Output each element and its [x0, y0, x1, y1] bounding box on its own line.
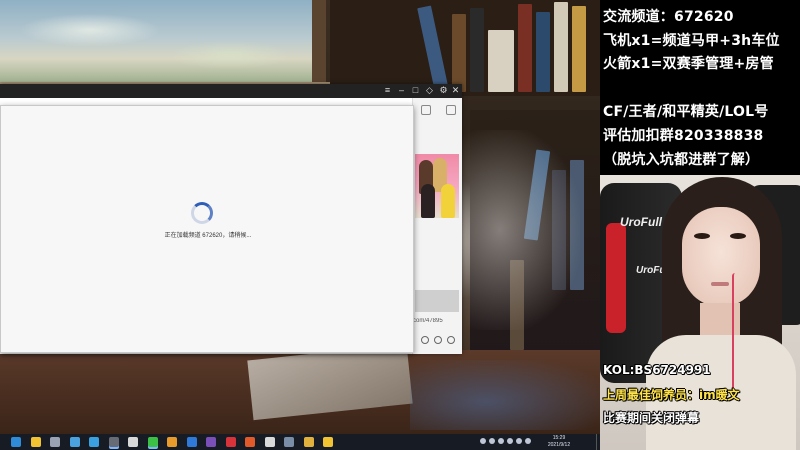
- settings-icon[interactable]: [50, 437, 60, 447]
- edge-icon[interactable]: [11, 437, 21, 447]
- wallpaper-glow: [410, 360, 600, 430]
- restore-icon[interactable]: □: [410, 85, 421, 96]
- wallpaper-bookshelf: [330, 0, 600, 96]
- wallpaper-window-scene: [0, 0, 318, 84]
- info-line-channel: 交流频道：672620: [603, 9, 734, 25]
- menu-icon[interactable]: ≡: [382, 85, 393, 96]
- tab-icon-chat[interactable]: [420, 105, 431, 115]
- tray-icon-yy[interactable]: [480, 438, 486, 444]
- media-icon[interactable]: [284, 437, 294, 447]
- windows-taskbar: 15:29 2021/9/12: [0, 434, 600, 450]
- stream-info-panel: 交流频道：672620 飞机x1=频道马甲+3h车位 火箭x1=双赛季管理+房管…: [600, 0, 800, 175]
- tray-icon-network[interactable]: [489, 438, 495, 444]
- earphone-cable: [732, 273, 738, 393]
- sidebar-link[interactable]: com/47895: [413, 318, 463, 324]
- streamer-face: [682, 207, 760, 307]
- caption-danmaku-off: 比赛期间关闭弹幕: [603, 411, 700, 425]
- taskbar-clock[interactable]: 15:29 2021/9/12: [534, 435, 584, 449]
- caption-best-feeder: 上周最佳饲养员：im暖文: [603, 388, 740, 402]
- folder-icon[interactable]: [303, 437, 314, 447]
- clock-time: 15:29: [552, 435, 566, 441]
- info-line-note: （脱坑入坑都进群了解）: [603, 152, 760, 168]
- promo-thumbnail[interactable]: [415, 154, 459, 218]
- pin-icon[interactable]: ◇: [424, 85, 435, 96]
- streamer-eye-right: [730, 233, 746, 239]
- loading-dialog[interactable]: 正在加载频道 672620，请稍候...: [0, 105, 414, 353]
- sidebar-tabs: [413, 100, 463, 120]
- system-tray: [480, 438, 531, 444]
- loading-spinner-icon: [191, 202, 213, 224]
- tools-icon[interactable]: [206, 437, 216, 447]
- tray-icon-ime[interactable]: [516, 438, 522, 444]
- loading-message: 正在加载频道 672620，请稍候...: [164, 233, 252, 239]
- streamer-eye-left: [694, 233, 710, 239]
- tab-icon-grid[interactable]: [445, 105, 456, 115]
- chat-window-titlebar[interactable]: ≡ – □ ◇ ⚙ ✕: [0, 84, 462, 98]
- info-line-games: CF/王者/和平精英/LOL号: [603, 104, 769, 120]
- streamer-mouth: [711, 282, 729, 286]
- circle-app-icon[interactable]: [128, 437, 138, 447]
- tray-icon-shield[interactable]: [498, 438, 504, 444]
- info-line-plane: 飞机x1=频道马甲+3h车位: [603, 33, 780, 49]
- chat-sidebar: com/47895: [412, 98, 462, 354]
- sidebar-placeholder: [415, 290, 459, 312]
- settings-icon[interactable]: ⚙: [438, 85, 449, 96]
- red-app-icon[interactable]: [245, 437, 255, 447]
- video-icon[interactable]: [421, 336, 429, 344]
- info-line-rocket: 火箭x1=双赛季管理+房管: [603, 56, 774, 72]
- search-icon[interactable]: [447, 336, 455, 344]
- sidebar-bottom-icons: [421, 336, 461, 344]
- obs-icon[interactable]: [108, 437, 119, 447]
- tray-icon-volume[interactable]: [507, 438, 513, 444]
- chrome-icon[interactable]: [264, 437, 275, 447]
- info-line-group: 评估加扣群820338838: [603, 128, 764, 144]
- show-desktop-button[interactable]: [596, 434, 600, 450]
- wechat-icon[interactable]: [147, 437, 158, 447]
- chair-logo: UroFull: [620, 215, 662, 229]
- tray-icon-wifi[interactable]: [525, 438, 531, 444]
- yellow-app-icon[interactable]: [323, 437, 333, 447]
- stream-frame: ≡ – □ ◇ ⚙ ✕ com/47895 正在加载频道 672620，请稍候.…: [0, 0, 800, 450]
- yy-icon[interactable]: [186, 437, 197, 447]
- clock-date: 2021/9/12: [547, 442, 571, 448]
- caption-kol: KOL:BS6724991: [603, 363, 711, 377]
- qq-browser-icon[interactable]: [89, 437, 99, 447]
- netease-music-icon[interactable]: [225, 437, 236, 447]
- minimize-icon[interactable]: –: [396, 85, 407, 96]
- file-explorer-icon[interactable]: [30, 437, 41, 447]
- close-icon[interactable]: ✕: [450, 85, 461, 96]
- webcam-feed: UroFull UroFull KOL:BS6724991 上周最佳饲养员：im…: [600, 175, 800, 450]
- record-icon[interactable]: [434, 336, 442, 344]
- store-icon[interactable]: [69, 437, 80, 447]
- orange-app-icon[interactable]: [167, 437, 177, 447]
